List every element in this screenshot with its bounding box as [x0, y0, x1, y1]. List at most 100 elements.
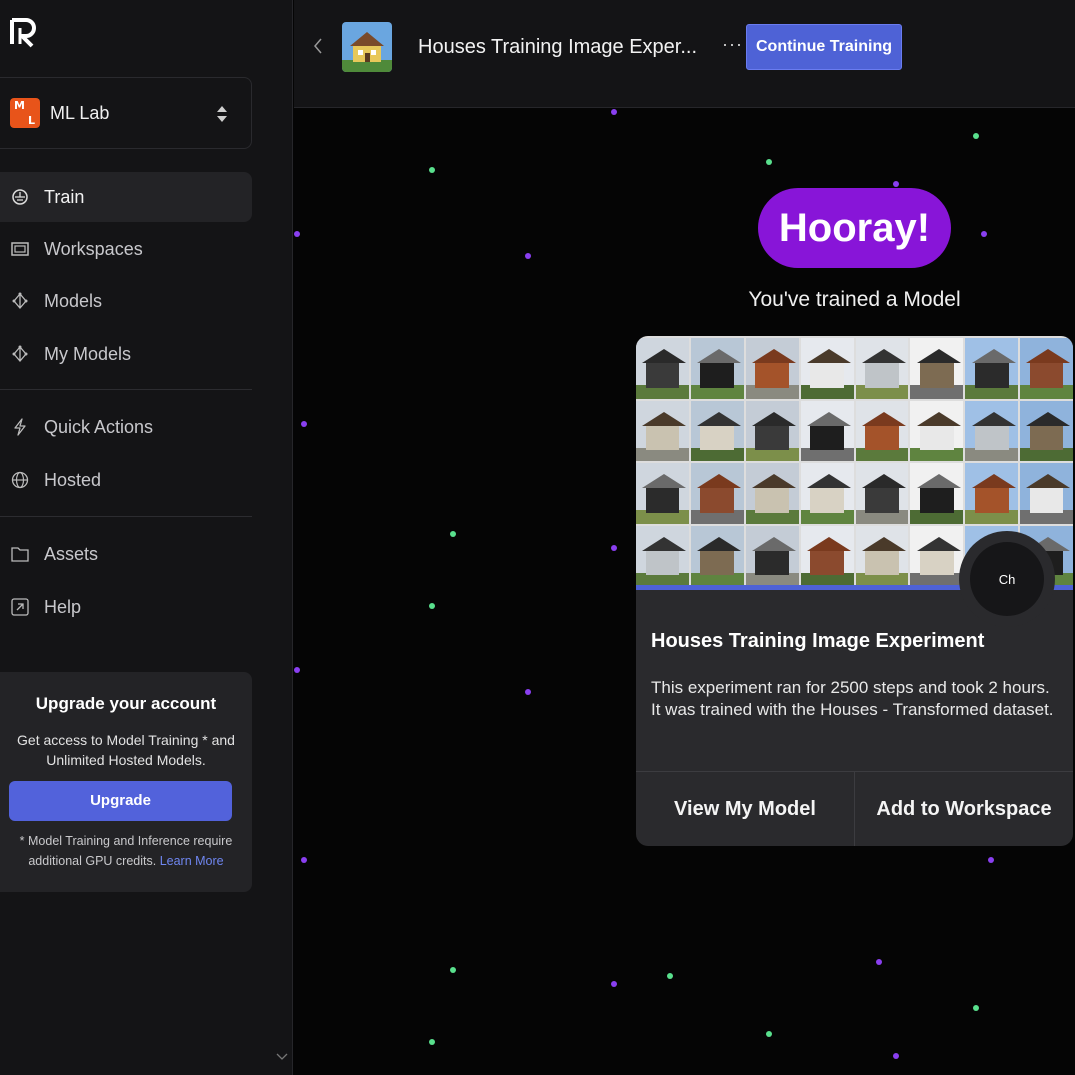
brain-icon — [10, 187, 30, 207]
sample-image — [745, 463, 799, 524]
more-options-icon[interactable]: ··· — [722, 34, 743, 55]
sample-image — [910, 338, 964, 399]
globe-icon — [10, 470, 30, 490]
sidebar-item-label: Train — [44, 186, 85, 207]
sample-image — [690, 463, 744, 524]
confetti-dot — [667, 973, 673, 979]
confetti-dot — [429, 603, 435, 609]
chevron-updown-icon — [217, 106, 227, 122]
sidebar-item-label: My Models — [44, 343, 132, 364]
sample-image — [800, 463, 854, 524]
back-chevron-icon[interactable] — [312, 38, 324, 54]
confetti-dot — [988, 857, 994, 863]
sample-image — [855, 338, 909, 399]
sidebar-item-assets[interactable]: Assets — [0, 529, 252, 579]
model-title: Houses Training Image Experiment — [651, 630, 985, 652]
sidebar-divider — [0, 516, 252, 517]
confetti-dot — [525, 689, 531, 695]
sidebar: M L ML Lab Train Workspaces Models My Mo… — [0, 0, 293, 1075]
confetti-dot — [525, 253, 531, 259]
top-bar: Houses Training Image Exper... ··· Conti… — [294, 0, 1075, 108]
sample-image — [745, 525, 799, 586]
confetti-dot — [611, 545, 617, 551]
confetti-dot — [294, 667, 300, 673]
view-my-model-button[interactable]: View My Model — [636, 772, 854, 846]
confetti-dot — [766, 1031, 772, 1037]
confetti-dot — [973, 133, 979, 139]
sidebar-item-models[interactable]: Models — [0, 276, 252, 326]
sample-image — [636, 525, 689, 586]
sidebar-item-quick-actions[interactable]: Quick Actions — [0, 402, 252, 452]
upgrade-title: Upgrade your account — [35, 694, 217, 713]
sidebar-item-my-models[interactable]: My Models — [0, 329, 252, 379]
lightning-icon — [10, 417, 30, 437]
sidebar-item-label: Assets — [44, 543, 99, 564]
confetti-dot — [294, 231, 300, 237]
confetti-dot — [893, 181, 899, 187]
my-models-icon — [10, 344, 30, 364]
sample-image — [636, 338, 689, 399]
confetti-dot — [301, 857, 307, 863]
model-avatar-initials: Ch — [970, 542, 1044, 616]
scroll-down-icon[interactable] — [276, 1052, 288, 1062]
sample-image — [1020, 400, 1073, 461]
sample-image — [910, 400, 964, 461]
confetti-dot — [611, 109, 617, 115]
folder-icon — [10, 544, 30, 564]
sample-image — [855, 525, 909, 586]
sidebar-item-help[interactable]: Help — [0, 582, 252, 632]
sidebar-item-label: Models — [44, 290, 103, 311]
confetti-dot — [766, 159, 772, 165]
upgrade-button[interactable]: Upgrade — [9, 781, 232, 821]
external-link-icon — [10, 597, 30, 617]
sample-image — [800, 525, 854, 586]
sample-image — [910, 525, 964, 586]
experiment-thumbnail — [342, 22, 392, 72]
confetti-dot — [429, 167, 435, 173]
confetti-dot — [876, 959, 882, 965]
model-result-card: Ch Houses Training Image Experiment This… — [636, 336, 1073, 846]
workspace-icon — [10, 239, 30, 259]
success-subtitle: You've trained a Model — [748, 288, 961, 311]
sample-image — [690, 338, 744, 399]
model-avatar: Ch — [959, 531, 1055, 627]
confetti-dot — [611, 981, 617, 987]
sample-image — [745, 338, 799, 399]
models-icon — [10, 291, 30, 311]
card-actions: View My Model Add to Workspace — [636, 771, 1073, 846]
sample-image — [965, 463, 1019, 524]
sample-image — [1020, 338, 1073, 399]
upgrade-panel: Upgrade your account Get access to Model… — [0, 672, 252, 892]
sample-image — [800, 400, 854, 461]
confetti-dot — [973, 1005, 979, 1011]
upgrade-note: * Model Training and Inference require a… — [8, 831, 244, 871]
add-to-workspace-button[interactable]: Add to Workspace — [854, 772, 1073, 846]
org-switcher[interactable]: M L ML Lab — [0, 77, 252, 149]
sample-image — [690, 525, 744, 586]
hooray-banner: Hooray! — [758, 188, 951, 268]
sample-image — [745, 400, 799, 461]
sample-image — [855, 463, 909, 524]
sample-image — [855, 400, 909, 461]
sidebar-item-train[interactable]: Train — [0, 172, 252, 222]
upgrade-description: Get access to Model Training * and Unlim… — [17, 732, 235, 768]
experiment-title: Houses Training Image Exper... — [418, 36, 698, 58]
sample-image — [636, 463, 689, 524]
org-name: ML Lab — [50, 102, 110, 123]
sample-image — [800, 338, 854, 399]
sample-image — [690, 400, 744, 461]
model-description: This experiment ran for 2500 steps and t… — [651, 678, 1054, 719]
continue-training-button[interactable]: Continue Training — [746, 24, 902, 70]
sidebar-item-hosted[interactable]: Hosted — [0, 455, 252, 505]
sidebar-item-workspaces[interactable]: Workspaces — [0, 224, 252, 274]
confetti-dot — [450, 967, 456, 973]
learn-more-link[interactable]: Learn More — [160, 854, 224, 868]
confetti-dot — [981, 231, 987, 237]
sample-image — [636, 400, 689, 461]
app-logo-icon[interactable] — [8, 16, 40, 48]
sample-image — [965, 338, 1019, 399]
sidebar-item-label: Workspaces — [44, 238, 143, 259]
confetti-dot — [893, 1053, 899, 1059]
sample-image — [910, 463, 964, 524]
sidebar-item-label: Quick Actions — [44, 416, 154, 437]
